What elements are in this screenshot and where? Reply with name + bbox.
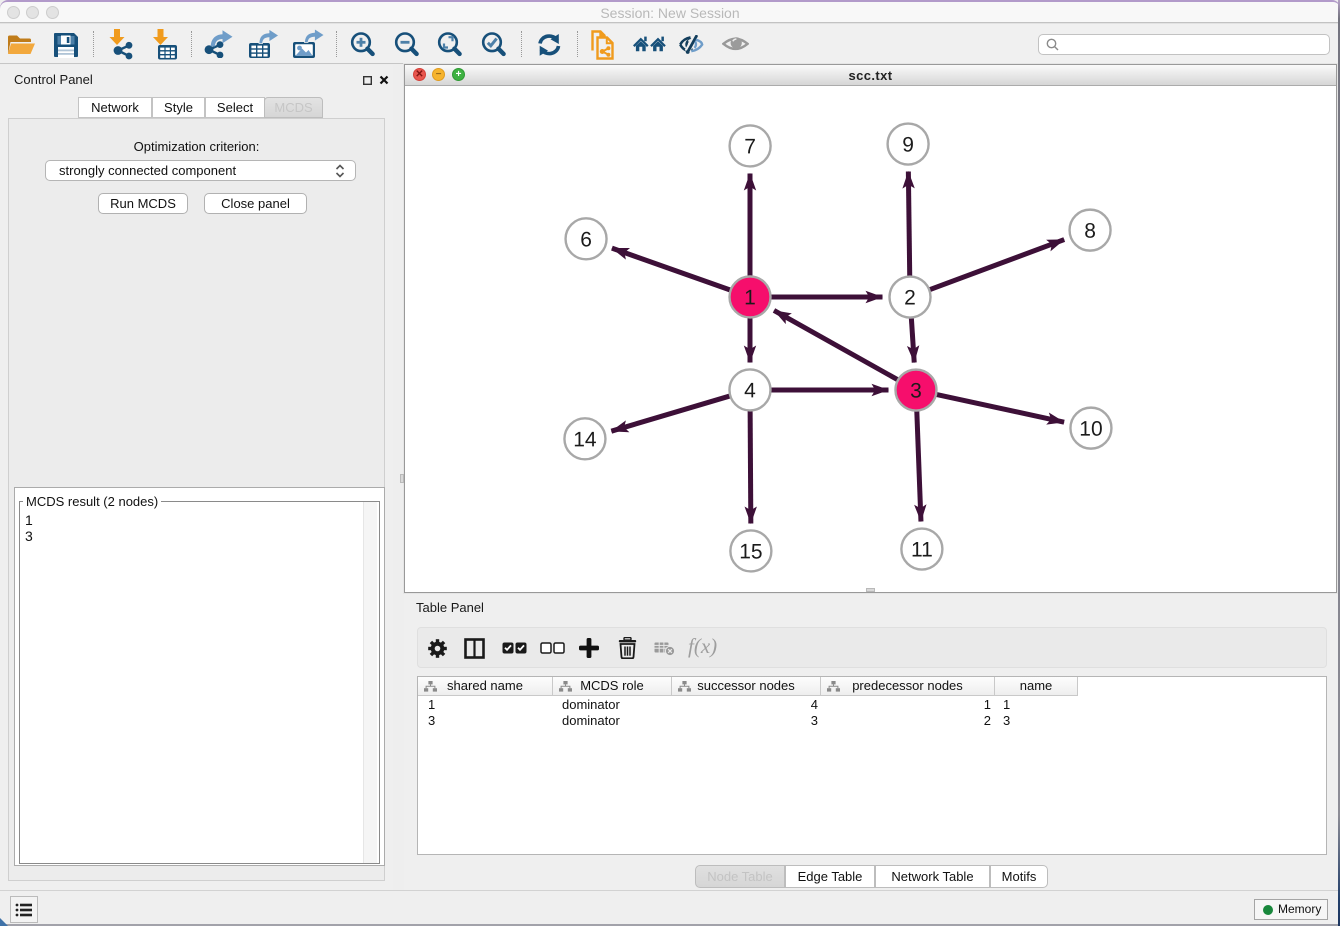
svg-text:1: 1 bbox=[744, 286, 756, 309]
svg-text:14: 14 bbox=[573, 428, 597, 451]
svg-text:6: 6 bbox=[580, 228, 592, 251]
svg-text:10: 10 bbox=[1079, 418, 1102, 441]
svg-text:11: 11 bbox=[911, 539, 933, 562]
svg-text:3: 3 bbox=[910, 380, 922, 403]
svg-text:8: 8 bbox=[1084, 220, 1096, 243]
svg-text:9: 9 bbox=[902, 134, 914, 157]
svg-text:2: 2 bbox=[904, 287, 916, 310]
svg-text:7: 7 bbox=[744, 135, 756, 158]
svg-text:4: 4 bbox=[744, 379, 756, 402]
svg-text:15: 15 bbox=[739, 540, 762, 563]
